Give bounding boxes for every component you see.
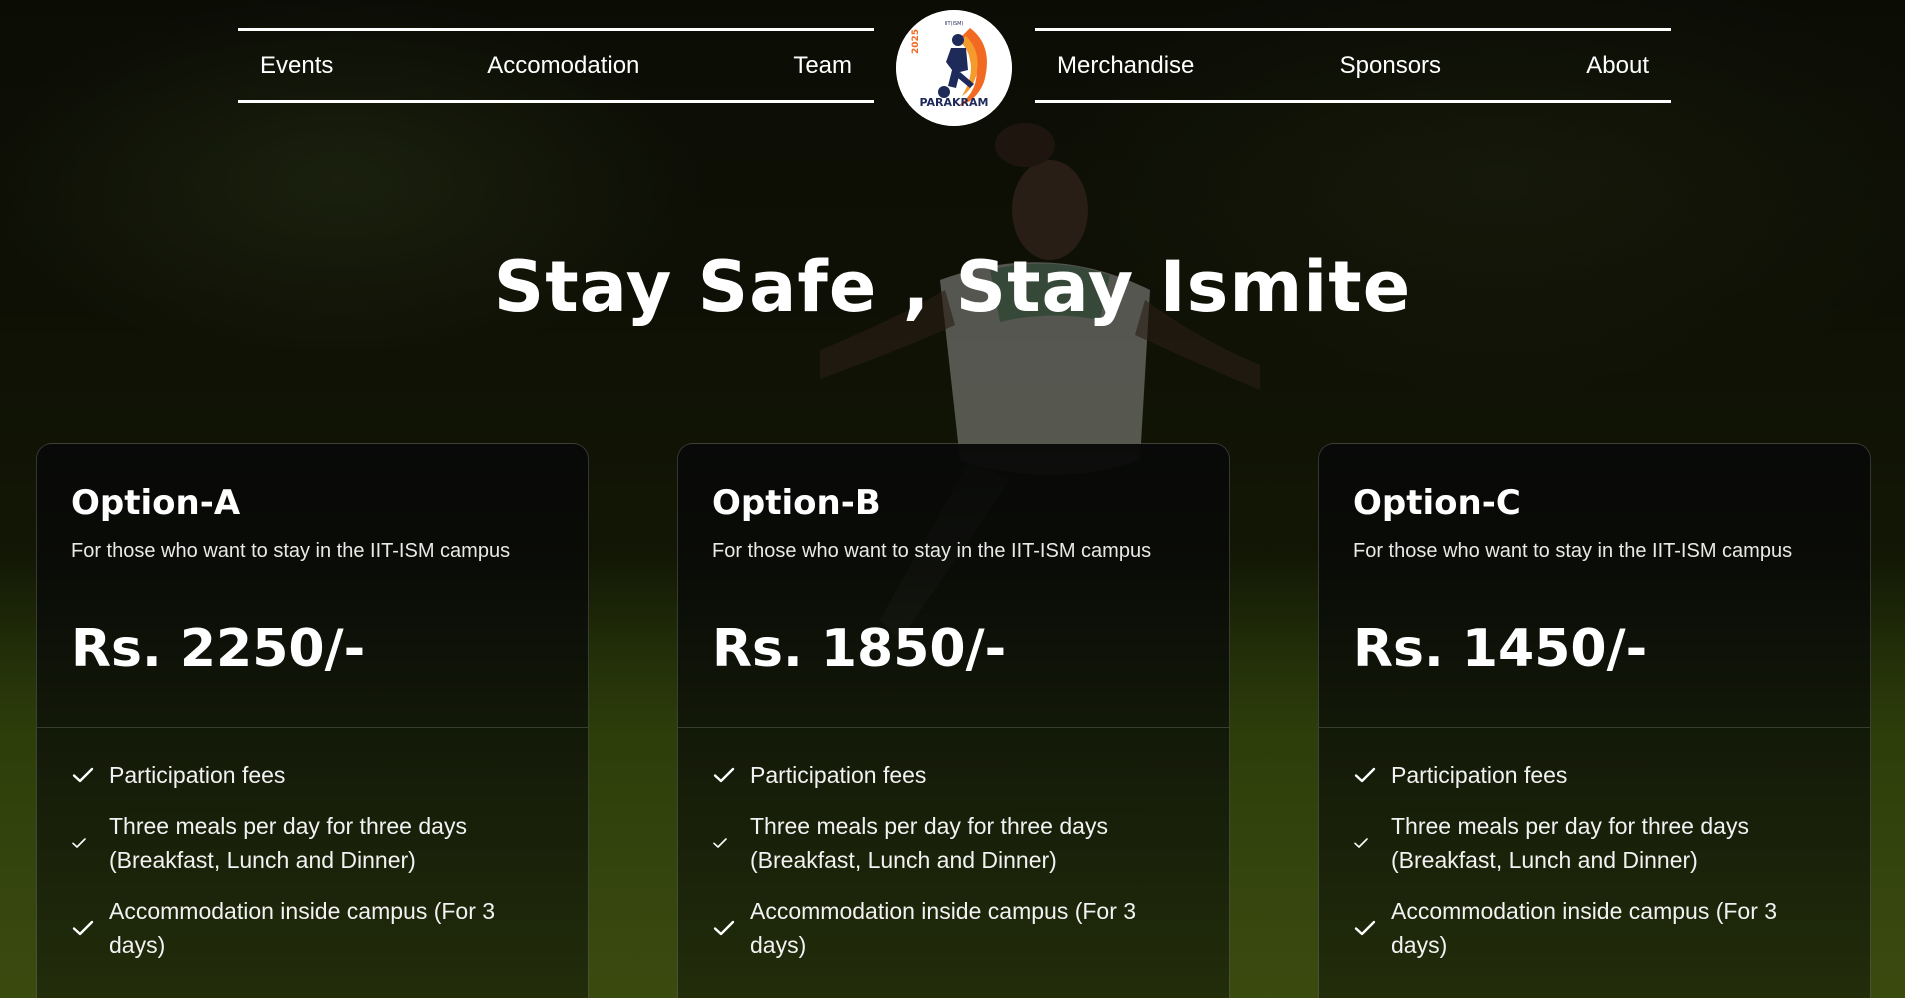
card-description: For those who want to stay in the IIT-IS… <box>712 540 1152 562</box>
nav-right-group: Merchandise Sponsors About <box>1035 28 1671 103</box>
nav-merchandise-link[interactable]: Merchandise <box>1057 52 1194 80</box>
check-icon <box>1353 916 1383 940</box>
nav-sponsors-link[interactable]: Sponsors <box>1340 52 1441 80</box>
check-icon <box>712 835 742 851</box>
feature-list: Participation fees Three meals per day f… <box>678 728 1229 962</box>
parakram-logo[interactable]: 2025 IIT(ISM) PARAKRAM <box>896 10 1012 126</box>
feature-text: Participation fees <box>109 762 286 788</box>
card-description: For those who want to stay in the IIT-IS… <box>1353 540 1793 562</box>
nav-events-link[interactable]: Events <box>260 52 333 80</box>
feature-item: Participation fees <box>712 758 1195 792</box>
pricing-card-option-b[interactable]: Option-B For those who want to stay in t… <box>677 443 1230 998</box>
card-title: Option-B <box>712 483 881 523</box>
check-icon <box>1353 763 1383 787</box>
pricing-card-option-c[interactable]: Option-C For those who want to stay in t… <box>1318 443 1871 998</box>
nav-left-group: Events Accomodation Team <box>238 28 874 103</box>
feature-text: Three meals per day for three days (Brea… <box>1391 813 1749 873</box>
feature-item: Three meals per day for three days (Brea… <box>1353 809 1836 877</box>
feature-text: Participation fees <box>1391 762 1568 788</box>
parakram-logo-icon: 2025 IIT(ISM) PARAKRAM <box>896 10 1012 126</box>
card-title: Option-C <box>1353 483 1521 523</box>
card-price: Rs. 2250/- <box>71 619 366 679</box>
feature-item: Participation fees <box>71 758 554 792</box>
nav-team-link[interactable]: Team <box>793 52 852 80</box>
card-description: For those who want to stay in the IIT-IS… <box>71 540 511 562</box>
feature-text: Participation fees <box>750 762 927 788</box>
feature-text: Accommodation inside campus (For 3 days) <box>109 898 496 958</box>
card-price: Rs. 1850/- <box>712 619 1007 679</box>
feature-text: Three meals per day for three days (Brea… <box>750 813 1108 873</box>
nav-about-link[interactable]: About <box>1586 52 1649 80</box>
card-title: Option-A <box>71 483 241 523</box>
feature-item: Participation fees <box>1353 758 1836 792</box>
feature-item: Three meals per day for three days (Brea… <box>712 809 1195 877</box>
logo-year-text: 2025 <box>911 29 921 54</box>
feature-item: Three meals per day for three days (Brea… <box>71 809 554 877</box>
feature-item: Accommodation inside campus (For 3 days) <box>1353 894 1836 962</box>
logo-top-text: IIT(ISM) <box>945 21 964 27</box>
logo-name-text: PARAKRAM <box>919 96 988 109</box>
feature-list: Participation fees Three meals per day f… <box>1319 728 1870 962</box>
check-icon <box>71 835 101 851</box>
card-header: Option-B For those who want to stay in t… <box>678 444 1229 728</box>
nav-accomodation-link[interactable]: Accomodation <box>487 52 639 80</box>
check-icon <box>71 763 101 787</box>
card-header: Option-C For those who want to stay in t… <box>1319 444 1870 728</box>
feature-text: Accommodation inside campus (For 3 days) <box>750 898 1137 958</box>
card-price: Rs. 1450/- <box>1353 619 1648 679</box>
pricing-card-option-a[interactable]: Option-A For those who want to stay in t… <box>36 443 589 998</box>
feature-item: Accommodation inside campus (For 3 days) <box>71 894 554 962</box>
check-icon <box>1353 835 1383 851</box>
feature-list: Participation fees Three meals per day f… <box>37 728 588 962</box>
feature-text: Three meals per day for three days (Brea… <box>109 813 467 873</box>
card-header: Option-A For those who want to stay in t… <box>37 444 588 728</box>
page-title: Stay Safe , Stay Ismite <box>493 246 1412 328</box>
check-icon <box>712 916 742 940</box>
feature-text: Accommodation inside campus (For 3 days) <box>1391 898 1778 958</box>
feature-item: Accommodation inside campus (For 3 days) <box>712 894 1195 962</box>
check-icon <box>712 763 742 787</box>
check-icon <box>71 916 101 940</box>
